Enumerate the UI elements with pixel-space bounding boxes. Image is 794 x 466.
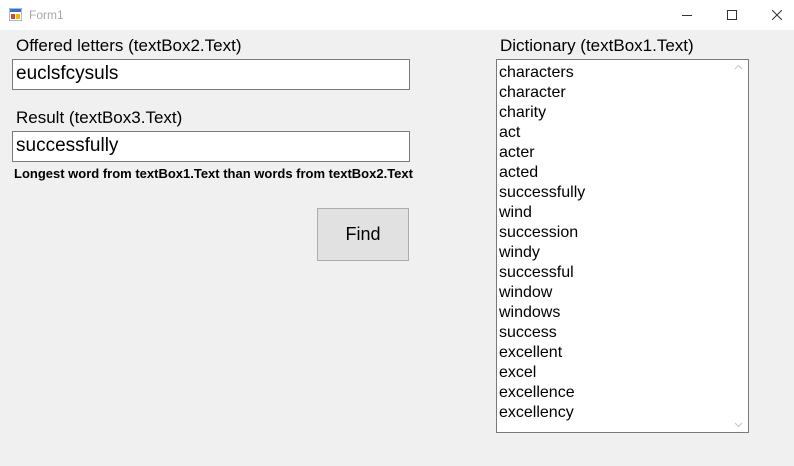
dictionary-label: Dictionary (textBox1.Text) [500,36,694,55]
dictionary-line: acted [499,164,539,181]
close-button[interactable] [754,0,794,30]
offered-letters-input[interactable]: euclsfcysuls [12,59,410,90]
dictionary-lines: characters character charity act acter acted s… [499,63,729,423]
maximize-button[interactable] [709,0,755,30]
dictionary-line: acter [499,144,535,161]
dictionary-line: success [499,324,557,341]
dictionary-line: excel [499,364,537,381]
dictionary-line: successful [499,264,574,281]
dictionary-line: excellence [499,384,575,401]
scroll-up-icon[interactable] [734,64,743,70]
vertical-scrollbar[interactable] [731,60,748,432]
result-hint-text: Longest word from textBox1.Text than wor… [14,166,413,181]
dictionary-line: succession [499,224,579,241]
dictionary-line: characters [499,64,574,81]
offered-letters-label: Offered letters (textBox2.Text) [16,36,242,55]
dictionary-line: window [499,284,553,301]
result-label: Result (textBox3.Text) [16,108,183,127]
minimize-button[interactable] [664,0,710,30]
dictionary-line: character [499,84,566,101]
window-title: Form1 [29,8,64,22]
title-bar: Form1 [0,0,794,30]
dictionary-line: windy [499,244,540,261]
result-input[interactable]: successfully [12,131,410,162]
app-icon [9,8,22,21]
dictionary-line: charity [499,104,547,121]
find-button[interactable]: Find [317,208,409,261]
dictionary-line: windows [499,304,561,321]
maximize-icon [727,10,737,20]
dictionary-textbox[interactable]: characters character charity act acter acted s… [496,59,749,433]
dictionary-line: act [499,124,521,141]
minimize-icon [682,15,692,16]
close-icon [772,10,782,20]
dictionary-line: successfully [499,184,586,201]
dictionary-line: excellency [499,404,574,421]
scroll-down-icon[interactable] [734,422,743,428]
dictionary-line: excellent [499,344,563,361]
dictionary-line: wind [499,204,532,221]
